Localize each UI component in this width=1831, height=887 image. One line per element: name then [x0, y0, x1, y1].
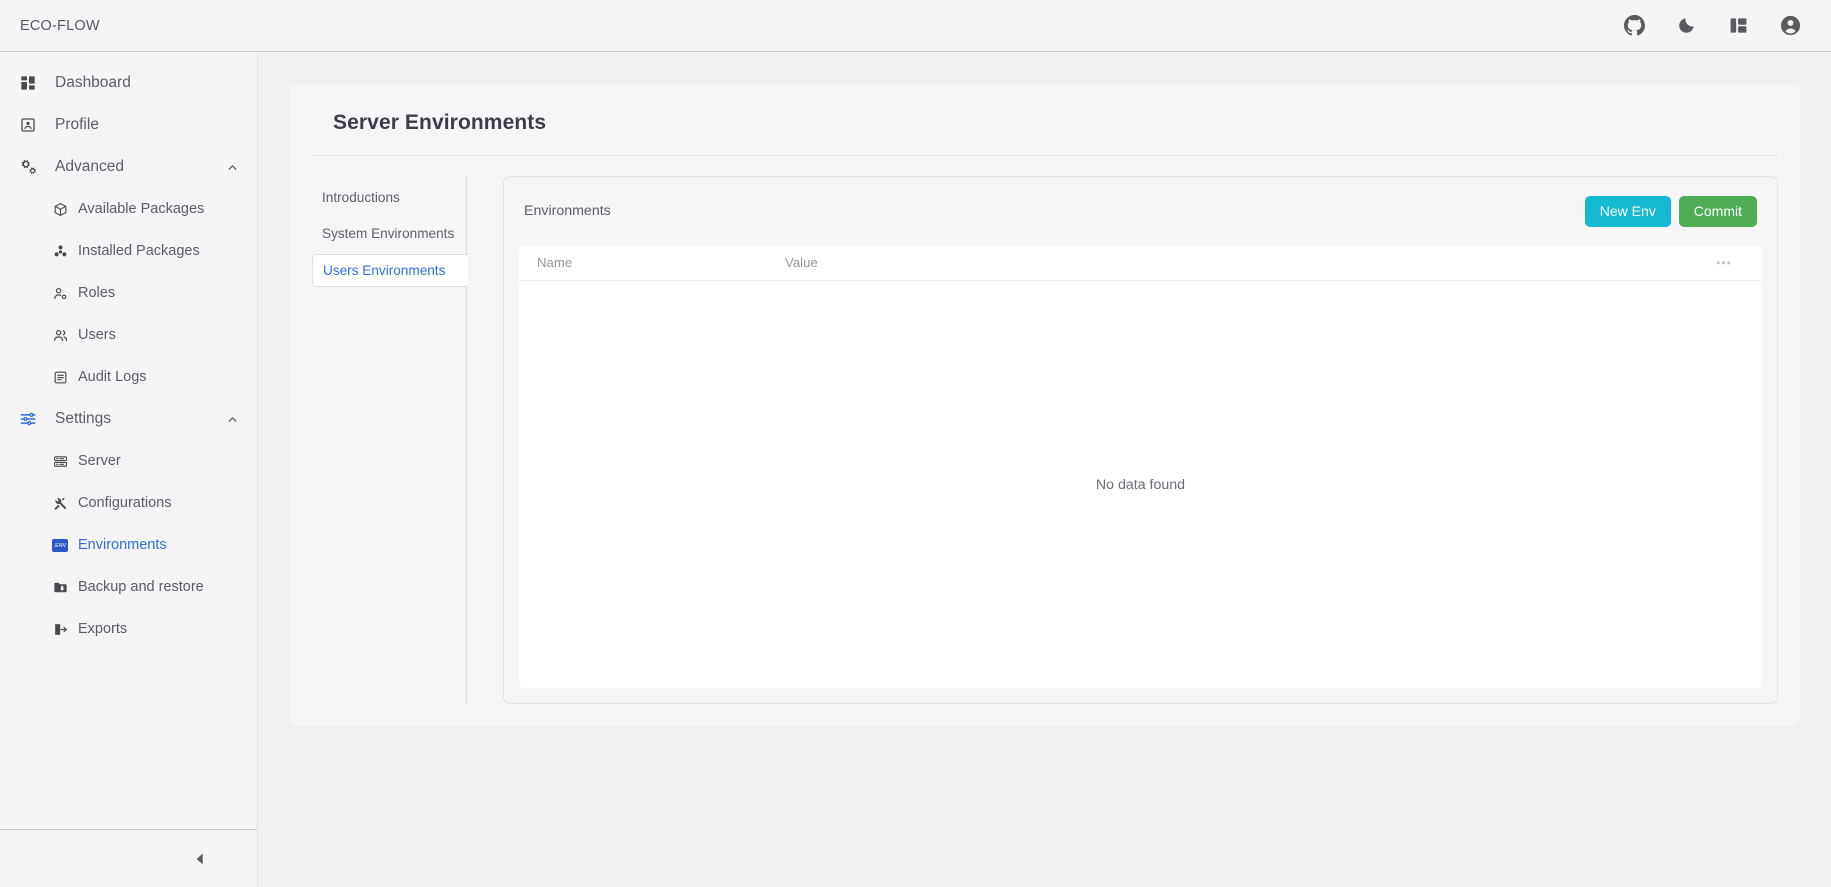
- tab-users-environments[interactable]: Users Environments: [312, 254, 468, 287]
- table-header-row: Name Value •••: [519, 245, 1762, 281]
- sidebar-item-configurations[interactable]: Configurations: [0, 482, 257, 524]
- sidebar-item-label: Installed Packages: [78, 243, 200, 259]
- sidebar-item-dashboard[interactable]: Dashboard: [0, 62, 257, 104]
- page-card: Server Environments Introductions System…: [290, 85, 1800, 726]
- page-body: Introductions System Environments Users …: [290, 156, 1800, 726]
- tab-system-environments[interactable]: System Environments: [312, 218, 466, 249]
- users-icon: [52, 327, 68, 343]
- column-options-icon[interactable]: •••: [1704, 256, 1744, 270]
- sidebar-item-users[interactable]: Users: [0, 314, 257, 356]
- sidebar-item-backup-and-restore[interactable]: Backup and restore: [0, 566, 257, 608]
- collapse-sidebar-icon[interactable]: [189, 848, 211, 870]
- app-root: ECO-FLOW Dashboard Profile Advanced Avai…: [0, 0, 1831, 887]
- sidebar-item-label: Configurations: [78, 495, 172, 511]
- chevron-up-icon: [226, 161, 239, 174]
- sidebar-group-advanced[interactable]: Advanced: [0, 146, 257, 188]
- sidebar-item-label: Environments: [78, 537, 167, 553]
- settings-icon: [18, 409, 38, 429]
- sidebar-item-label: Roles: [78, 285, 116, 301]
- sidebar-item-audit-logs[interactable]: Audit Logs: [0, 356, 257, 398]
- configurations-icon: [52, 495, 68, 511]
- env-badge-label: .ENV: [52, 538, 68, 552]
- sidebar-item-label: Backup and restore: [78, 579, 204, 595]
- sidebar-item-roles[interactable]: Roles: [0, 272, 257, 314]
- main-content: Server Environments Introductions System…: [258, 52, 1831, 887]
- panel-header: Environments New Env Commit: [504, 177, 1777, 245]
- page-title: Server Environments: [333, 111, 547, 134]
- dark-mode-icon[interactable]: [1673, 13, 1699, 39]
- table-body: No data found: [519, 281, 1762, 688]
- tab-introductions[interactable]: Introductions: [312, 182, 466, 213]
- sidebar-item-label: Available Packages: [78, 201, 205, 217]
- dashboard-icon: [18, 73, 38, 93]
- sidebar-group-settings[interactable]: Settings: [0, 398, 257, 440]
- server-icon: [52, 453, 68, 469]
- commit-button[interactable]: Commit: [1678, 195, 1757, 227]
- brand-logo[interactable]: ECO-FLOW: [20, 18, 100, 34]
- sidebar-item-profile[interactable]: Profile: [0, 104, 257, 146]
- profile-icon: [18, 115, 38, 135]
- empty-state-message: No data found: [1095, 476, 1186, 493]
- topbar: ECO-FLOW: [0, 0, 1831, 52]
- sidebar-item-environments[interactable]: .ENV Environments: [0, 524, 257, 566]
- chevron-up-icon: [226, 413, 239, 426]
- audit-logs-icon: [52, 369, 68, 385]
- column-header-name[interactable]: Name: [537, 255, 785, 270]
- package-icon: [52, 201, 68, 217]
- sidebar-item-label: Dashboard: [55, 74, 131, 91]
- sidebar-item-server[interactable]: Server: [0, 440, 257, 482]
- panel-title: Environments: [524, 203, 611, 219]
- layout-icon[interactable]: [1725, 13, 1751, 39]
- sidebar-item-available-packages[interactable]: Available Packages: [0, 188, 257, 230]
- vertical-tabs: Introductions System Environments Users …: [312, 176, 468, 704]
- github-icon[interactable]: [1621, 13, 1647, 39]
- advanced-icon: [18, 157, 38, 177]
- sidebar-item-installed-packages[interactable]: Installed Packages: [0, 230, 257, 272]
- sidebar-group-label: Advanced: [55, 158, 124, 175]
- backup-icon: [52, 579, 68, 595]
- sidebar-group-label: Settings: [55, 410, 112, 427]
- roles-icon: [52, 285, 68, 301]
- exports-icon: [52, 621, 68, 637]
- column-header-value[interactable]: Value: [785, 255, 1704, 270]
- sidebar-item-exports[interactable]: Exports: [0, 608, 257, 650]
- sidebar-item-label: Users: [78, 327, 116, 343]
- account-icon[interactable]: [1777, 13, 1803, 39]
- new-env-button[interactable]: New Env: [1584, 195, 1671, 227]
- sidebar-item-label: Exports: [78, 621, 128, 637]
- panel-actions: New Env Commit: [1584, 195, 1757, 227]
- env-icon: .ENV: [52, 537, 68, 553]
- sidebar: Dashboard Profile Advanced Available Pac…: [0, 52, 258, 887]
- sidebar-footer: [0, 829, 257, 887]
- environments-panel: Environments New Env Commit Name Value •…: [503, 176, 1778, 704]
- topbar-actions: [1621, 13, 1803, 39]
- sidebar-item-label: Audit Logs: [78, 369, 147, 385]
- sidebar-item-label: Profile: [55, 116, 99, 133]
- installed-packages-icon: [52, 243, 68, 259]
- sidebar-item-label: Server: [78, 453, 121, 469]
- environments-table: Name Value ••• No data found: [519, 245, 1762, 688]
- sidebar-nav: Dashboard Profile Advanced Available Pac…: [0, 52, 257, 829]
